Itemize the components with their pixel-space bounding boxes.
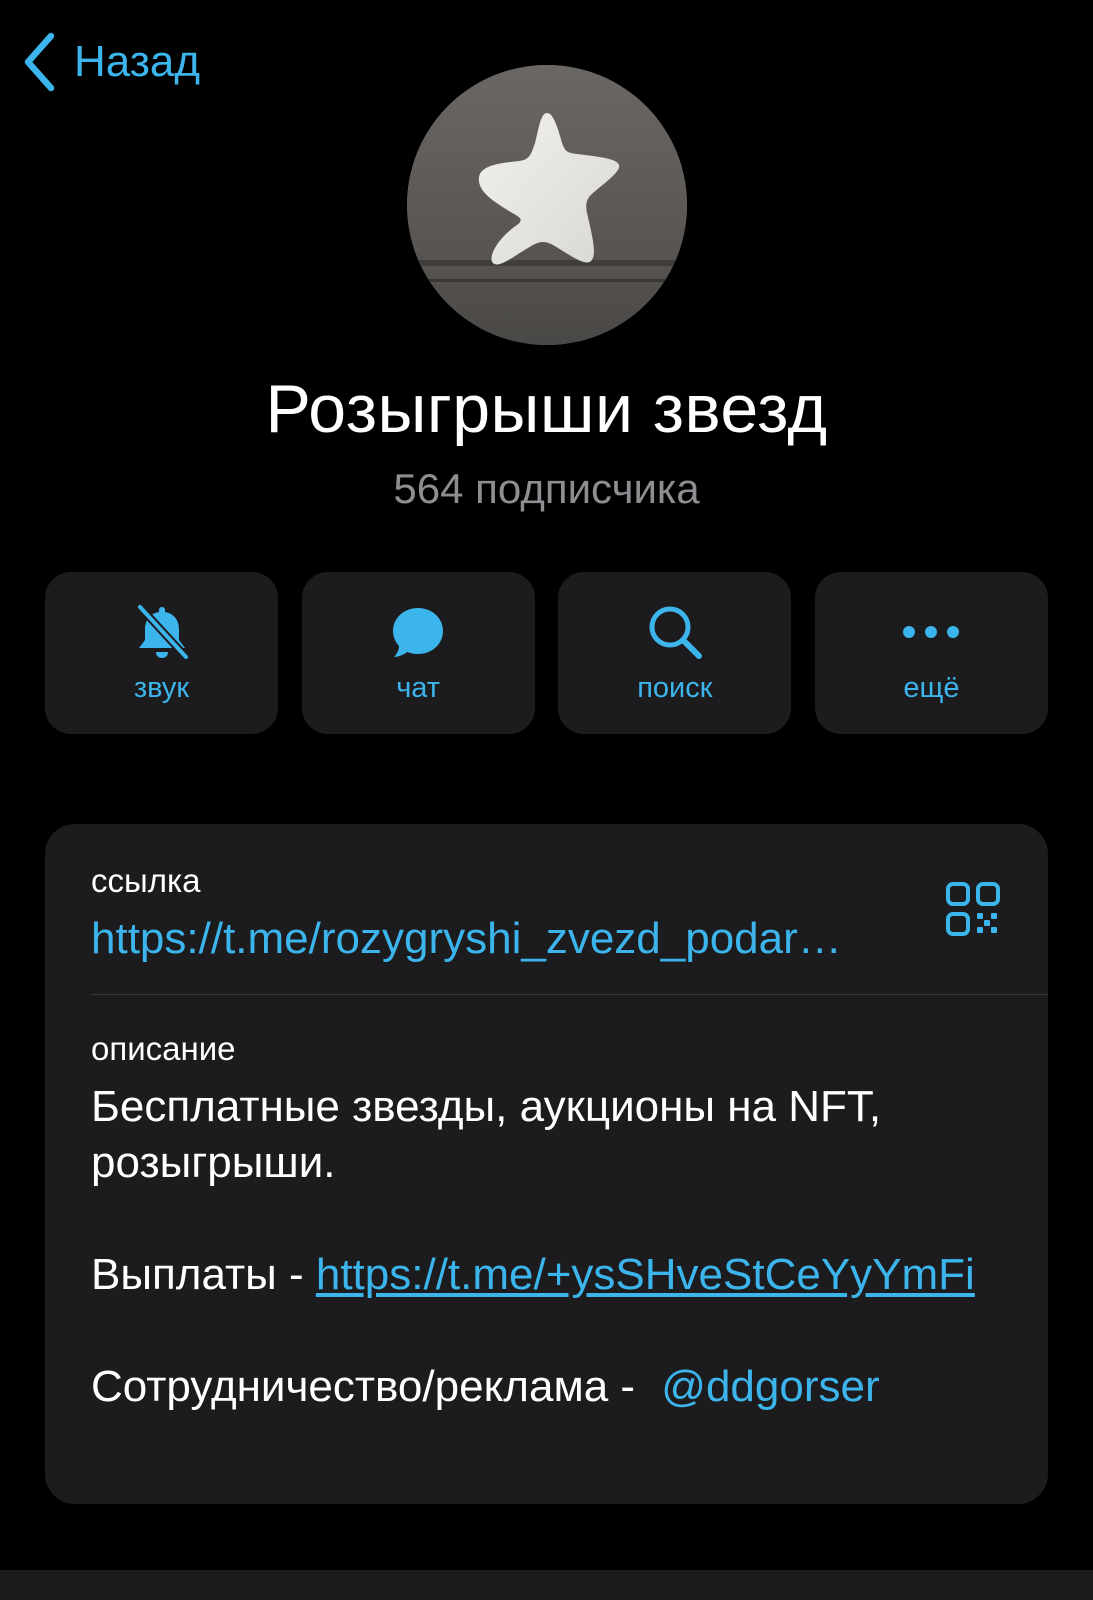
link-label: ссылка <box>91 862 201 899</box>
channel-info-card: ссылка https://t.me/rozygryshi_zvezd_pod… <box>45 824 1048 1504</box>
mute-button[interactable]: звук <box>45 572 278 734</box>
search-icon <box>645 602 705 662</box>
chat-label: чат <box>396 672 441 704</box>
channel-link[interactable]: https://t.me/rozygryshi_zvezd_podar… <box>91 914 921 965</box>
chevron-left-icon <box>22 32 56 92</box>
chat-button[interactable]: чат <box>301 572 535 734</box>
bottom-bar <box>0 1570 1093 1600</box>
search-button[interactable]: поиск <box>558 572 792 734</box>
qr-code-icon[interactable] <box>944 880 1004 940</box>
more-button[interactable]: ещё <box>814 572 1048 734</box>
search-label: поиск <box>637 672 713 704</box>
payouts-link[interactable]: https://t.me/+ysSHveStCeYyYmFi <box>316 1250 975 1299</box>
description-text: Бесплатные звезды, аукционы на NFT, розы… <box>91 1079 991 1415</box>
subscriber-count: 564 подписчика <box>393 465 700 512</box>
description-line: Бесплатные звезды, аукционы на NFT, розы… <box>91 1082 882 1187</box>
more-label: ещё <box>903 672 960 704</box>
bell-slash-icon <box>132 602 192 662</box>
mute-label: звук <box>133 672 190 704</box>
payouts-prefix: Выплаты - <box>91 1250 316 1299</box>
channel-title: Розыгрыши звезд <box>265 371 828 447</box>
cooperation-prefix: Сотрудничество/реклама - <box>91 1362 648 1411</box>
description-label: описание <box>91 1030 236 1067</box>
cooperation-mention[interactable]: @ddgorser <box>661 1362 879 1411</box>
action-bar: звук чат поиск ещё <box>45 572 1048 734</box>
payouts-line: Выплаты - https://t.me/+ysSHveStCeYyYmFi <box>91 1247 991 1303</box>
more-icon <box>901 602 961 662</box>
chat-bubble-icon <box>388 602 448 662</box>
divider <box>91 994 1048 995</box>
channel-avatar[interactable] <box>407 65 687 345</box>
cooperation-line: Сотрудничество/реклама - @ddgorser <box>91 1359 991 1415</box>
back-button[interactable]: Назад <box>22 30 200 94</box>
back-label: Назад <box>74 37 201 86</box>
